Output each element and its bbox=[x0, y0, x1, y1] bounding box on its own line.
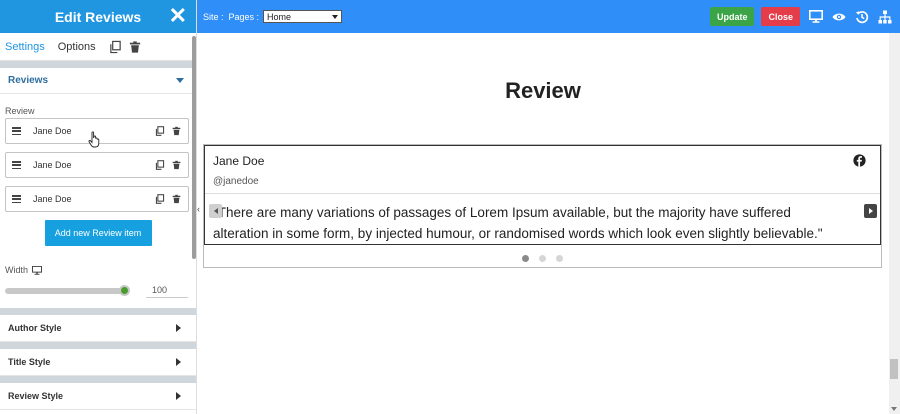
tab-options[interactable]: Options bbox=[58, 41, 96, 53]
section-divider bbox=[0, 61, 196, 68]
width-slider-row: 100 bbox=[0, 275, 196, 299]
carousel-dot[interactable] bbox=[556, 255, 563, 262]
section-title: Author Style bbox=[8, 323, 62, 333]
duplicate-icon[interactable] bbox=[155, 126, 165, 136]
scroll-down-icon[interactable] bbox=[891, 407, 897, 411]
carousel-dot[interactable] bbox=[539, 255, 546, 262]
pages-label: Pages : bbox=[228, 11, 260, 22]
tab-settings[interactable]: Settings bbox=[5, 41, 45, 53]
review-style-section[interactable]: Review Style bbox=[0, 383, 196, 410]
duplicate-icon[interactable] bbox=[155, 160, 165, 170]
page-select-value: Home bbox=[267, 11, 292, 22]
trash-icon[interactable] bbox=[172, 194, 182, 204]
caret-right-icon bbox=[176, 358, 181, 366]
section-title: Title Style bbox=[8, 357, 51, 367]
eye-icon[interactable] bbox=[832, 10, 846, 24]
preview-canvas: ‹ Review Jane Doe @janedoe "There are ma… bbox=[197, 33, 889, 414]
close-button[interactable]: Close bbox=[761, 7, 800, 26]
caret-down-icon bbox=[176, 78, 184, 83]
caret-right-icon bbox=[176, 324, 181, 332]
desktop-icon[interactable] bbox=[32, 265, 43, 275]
width-label: Width bbox=[5, 265, 29, 275]
carousel-dots bbox=[204, 255, 881, 262]
section-title: Review Style bbox=[8, 391, 64, 401]
width-row: Width bbox=[0, 246, 196, 275]
caret-right-icon bbox=[176, 392, 181, 400]
trash-icon[interactable] bbox=[172, 126, 182, 136]
panel-tabs: Settings Options bbox=[0, 33, 196, 61]
review-text: "There are many variations of passages o… bbox=[213, 205, 823, 241]
prev-arrow-button[interactable] bbox=[209, 204, 222, 218]
page-scroll-thumb[interactable] bbox=[890, 359, 898, 379]
card-divider bbox=[205, 193, 880, 194]
chevron-down-icon bbox=[332, 14, 339, 19]
top-toolbar: Site : Pages : Home Update Close bbox=[197, 0, 900, 33]
hand-cursor-icon bbox=[88, 131, 100, 148]
review-field-label: Review bbox=[5, 106, 35, 116]
desktop-icon[interactable] bbox=[809, 10, 823, 24]
review-item-name: Jane Doe bbox=[33, 194, 72, 204]
trash-icon[interactable] bbox=[172, 160, 182, 170]
slider-handle[interactable] bbox=[119, 285, 130, 296]
copy-icon[interactable] bbox=[109, 40, 122, 54]
width-slider[interactable] bbox=[5, 285, 130, 296]
facebook-icon[interactable] bbox=[853, 154, 866, 167]
carousel-dot[interactable] bbox=[522, 255, 529, 262]
reviews-section-header[interactable]: Reviews bbox=[0, 68, 196, 94]
page-select[interactable]: Home bbox=[263, 10, 343, 23]
drag-handle-icon[interactable] bbox=[12, 195, 21, 203]
panel-scrollbar[interactable] bbox=[192, 36, 196, 259]
add-review-item-button[interactable]: Add new Review item bbox=[44, 220, 152, 246]
site-label: Site : bbox=[203, 11, 224, 22]
width-value-input[interactable]: 100 bbox=[146, 285, 188, 298]
chevron-right-icon bbox=[868, 208, 873, 214]
history-icon[interactable] bbox=[855, 10, 869, 24]
author-name: Jane Doe bbox=[213, 154, 265, 168]
author-style-section[interactable]: Author Style bbox=[0, 315, 196, 342]
collapse-panel-icon[interactable]: ‹ bbox=[197, 204, 200, 214]
panel-header: Edit Reviews ✕ bbox=[0, 0, 196, 33]
section-divider bbox=[0, 376, 196, 383]
close-panel-icon[interactable]: ✕ bbox=[169, 4, 187, 28]
review-list-item[interactable]: Jane Doe bbox=[5, 152, 189, 178]
trash-icon[interactable] bbox=[129, 40, 142, 54]
sitemap-icon[interactable] bbox=[878, 10, 892, 24]
duplicate-icon[interactable] bbox=[155, 194, 165, 204]
edit-panel: Edit Reviews ✕ Settings Options Reviews … bbox=[0, 0, 197, 414]
section-divider bbox=[0, 342, 196, 349]
review-widget: Jane Doe @janedoe "There are many variat… bbox=[203, 144, 882, 268]
page-scrollbar[interactable] bbox=[889, 33, 900, 414]
author-handle: @janedoe bbox=[213, 176, 259, 187]
reviews-section-title: Reviews bbox=[8, 75, 49, 86]
review-item-name: Jane Doe bbox=[33, 160, 72, 170]
review-heading: Review bbox=[505, 78, 581, 103]
review-card: Jane Doe @janedoe "There are many variat… bbox=[204, 145, 881, 245]
title-style-section[interactable]: Title Style bbox=[0, 349, 196, 376]
next-arrow-button[interactable] bbox=[864, 204, 877, 218]
drag-handle-icon[interactable] bbox=[12, 127, 21, 135]
update-button[interactable]: Update bbox=[709, 7, 755, 26]
chevron-left-icon bbox=[213, 208, 218, 214]
section-divider bbox=[0, 308, 196, 315]
drag-handle-icon[interactable] bbox=[12, 161, 21, 169]
panel-title: Edit Reviews bbox=[54, 8, 142, 25]
review-list-item[interactable]: Jane Doe bbox=[5, 186, 189, 212]
